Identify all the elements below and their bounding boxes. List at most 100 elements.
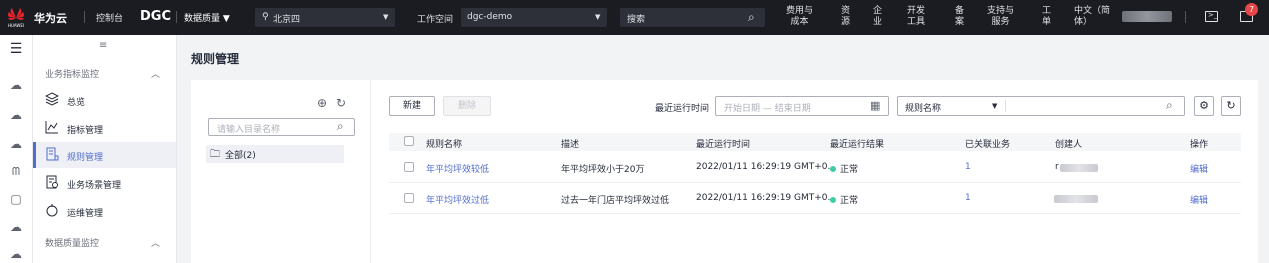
folder-icon: 🗀 xyxy=(210,149,220,160)
rule-icon xyxy=(46,147,59,161)
divider xyxy=(1005,100,1006,112)
new-rule-button[interactable]: 新建 xyxy=(389,96,435,116)
directory-search-input[interactable]: 请输入目录名称 ⌕ xyxy=(208,118,355,136)
language-switcher[interactable]: 中文（简 体） xyxy=(1074,6,1110,28)
rule-description: 过去一年门店平均坪效过低 xyxy=(561,196,670,206)
workspace-selector[interactable]: dgc-demo ▼ xyxy=(461,8,607,27)
directory-search-placeholder: 请输入目录名称 xyxy=(217,125,281,135)
svg-text:HUAWEI: HUAWEI xyxy=(8,23,24,28)
linked-business-count[interactable]: 1 xyxy=(965,193,971,203)
caret-down-icon: ▼ xyxy=(595,13,601,21)
edit-link[interactable]: 编辑 xyxy=(1190,162,1208,175)
huawei-logo-icon[interactable]: HUAWEI xyxy=(6,5,26,29)
nav-dev-tools[interactable]: 开发 工具 xyxy=(907,6,925,28)
refresh-button[interactable]: ↻ xyxy=(1221,96,1241,116)
global-search-input[interactable]: 搜索 ⌕ xyxy=(620,8,765,27)
top-navigation-bar: HUAWEI 华为云 控制台 DGC 数据质量 ▼ ⚲ 北京四 ▼ 工作空间 d… xyxy=(0,0,1269,35)
user-account[interactable] xyxy=(1122,11,1172,22)
select-all-checkbox[interactable] xyxy=(404,136,414,146)
sidebar-item-scenarios[interactable]: 业务场景管理 xyxy=(33,170,176,196)
sidebar-navigation: ≡ 业务指标监控 ︿ 总览 指标管理 规则管理 业务场景管理 运维管理 数据质量… xyxy=(33,35,177,263)
sidebar-item-label: 总览 xyxy=(67,98,86,108)
column-header-actions: 操作 xyxy=(1190,140,1209,150)
sidebar-item-metrics[interactable]: 指标管理 xyxy=(33,115,176,141)
caret-down-icon: ▼ xyxy=(383,13,389,21)
page-title: 规则管理 xyxy=(191,52,240,66)
refresh-icon[interactable]: ↻ xyxy=(336,96,346,110)
menu-icon[interactable]: ☰ xyxy=(8,41,24,57)
search-placeholder: 搜索 xyxy=(627,15,646,25)
status-dot-icon xyxy=(830,166,836,172)
brand-name[interactable]: 华为云 xyxy=(34,10,67,26)
nav-resources[interactable]: 资源 xyxy=(841,6,850,28)
last-run-result: 正常 xyxy=(830,162,858,175)
row-checkbox[interactable] xyxy=(404,193,414,203)
sidebar-item-overview[interactable]: 总览 xyxy=(33,87,176,113)
row-checkbox[interactable] xyxy=(404,162,414,172)
sidebar-item-label: 指标管理 xyxy=(67,126,104,136)
filter-field-select[interactable]: 规则名称 xyxy=(905,101,941,114)
filter-search-box[interactable]: 规则名称 ▼ ⌕ xyxy=(897,96,1185,116)
service-rail: ☰ ☁ ☁ ☁ ᗰ ▢ ☁ ☁ xyxy=(0,35,33,263)
storage-icon[interactable]: ▢ xyxy=(8,191,24,207)
cloud-icon[interactable]: ☁ xyxy=(8,77,24,93)
column-header-last-run-time[interactable]: 最近运行时间 xyxy=(696,137,750,150)
terminal-icon[interactable]: >_ xyxy=(1205,11,1218,22)
last-run-time-label: 最近运行时间 xyxy=(655,104,710,114)
module-switcher[interactable]: 数据质量 ▼ xyxy=(184,11,230,24)
table-row[interactable]: 年平均坪效较低 年平均坪效小于20万 2022/01/11 16:29:19 G… xyxy=(389,152,1241,183)
nav-tickets[interactable]: 工单 xyxy=(1042,6,1051,28)
search-icon[interactable]: ⌕ xyxy=(337,119,344,134)
search-icon[interactable]: ⌕ xyxy=(748,10,755,25)
table-row[interactable]: 年平均坪效过低 过去一年门店平均坪效过低 2022/01/11 16:29:19… xyxy=(389,183,1241,214)
cloud-security-icon[interactable]: ☁ xyxy=(8,219,24,235)
delete-button[interactable]: 删除 xyxy=(443,96,491,116)
nav-enterprise[interactable]: 企业 xyxy=(873,6,882,28)
nav-support[interactable]: 支持与 服务 xyxy=(987,6,1014,28)
sidebar-item-operations[interactable]: 运维管理 xyxy=(33,198,176,224)
sidebar-item-rules[interactable]: 规则管理 xyxy=(33,142,176,168)
column-header-description: 描述 xyxy=(561,140,580,150)
search-icon[interactable]: ⌕ xyxy=(1166,98,1173,113)
divider xyxy=(84,11,85,23)
column-header-linked-business: 已关联业务 xyxy=(965,140,1011,150)
rule-name-link[interactable]: 年平均坪效较低 xyxy=(426,162,489,175)
column-header-last-run-result: 最近运行结果 xyxy=(830,140,885,150)
chevron-up-icon[interactable]: ︿ xyxy=(151,67,160,80)
collapse-sidebar-icon[interactable]: ≡ xyxy=(99,40,107,51)
date-range-placeholder: 开始日期 — 结束日期 xyxy=(724,104,811,114)
add-directory-icon[interactable]: ⊕ xyxy=(317,96,327,110)
network-icon[interactable]: ᗰ xyxy=(8,164,24,180)
divider xyxy=(1185,11,1186,23)
workspace-value: dgc-demo xyxy=(467,12,513,22)
cloud-database-icon[interactable]: ☁ xyxy=(8,136,24,152)
tree-node-all[interactable]: 🗀 全部(2) xyxy=(206,145,344,163)
creator-redacted xyxy=(1060,164,1098,172)
location-pin-icon: ⚲ xyxy=(262,12,269,22)
last-run-time: 2022/01/11 16:29:19 GMT+0... xyxy=(696,193,837,203)
caret-down-icon[interactable]: ▼ xyxy=(992,102,997,110)
edit-link[interactable]: 编辑 xyxy=(1190,193,1208,206)
nav-group-data-quality[interactable]: 数据质量监控 xyxy=(45,236,99,249)
creator-prefix: r xyxy=(1055,162,1059,172)
nav-filing[interactable]: 备案 xyxy=(955,6,964,28)
console-link[interactable]: 控制台 xyxy=(96,11,123,24)
last-run-time: 2022/01/11 16:29:19 GMT+0... xyxy=(696,162,837,172)
rule-name-link[interactable]: 年平均坪效过低 xyxy=(426,193,489,206)
calendar-icon[interactable]: ▦ xyxy=(870,99,880,112)
column-header-creator: 创建人 xyxy=(1055,140,1083,150)
region-selector[interactable]: ⚲ 北京四 ▼ xyxy=(255,8,395,27)
date-range-picker[interactable]: 开始日期 — 结束日期 ▦ xyxy=(715,96,889,116)
nav-billing[interactable]: 费用与 成本 xyxy=(786,6,813,28)
cloud-monitor-icon[interactable]: ☁ xyxy=(8,246,24,262)
nav-group-business-metrics[interactable]: 业务指标监控 xyxy=(45,67,99,80)
region-value: 北京四 xyxy=(273,15,301,25)
settings-button[interactable]: ⚙ xyxy=(1194,96,1214,116)
chevron-up-icon[interactable]: ︿ xyxy=(151,236,160,249)
column-header-name[interactable]: 规则名称 xyxy=(426,137,462,150)
last-run-result: 正常 xyxy=(830,193,858,206)
linked-business-count[interactable]: 1 xyxy=(965,162,971,172)
product-name[interactable]: DGC xyxy=(140,9,171,24)
cloud-service-icon[interactable]: ☁ xyxy=(8,107,24,123)
workspace-label: 工作空间 xyxy=(417,15,454,25)
